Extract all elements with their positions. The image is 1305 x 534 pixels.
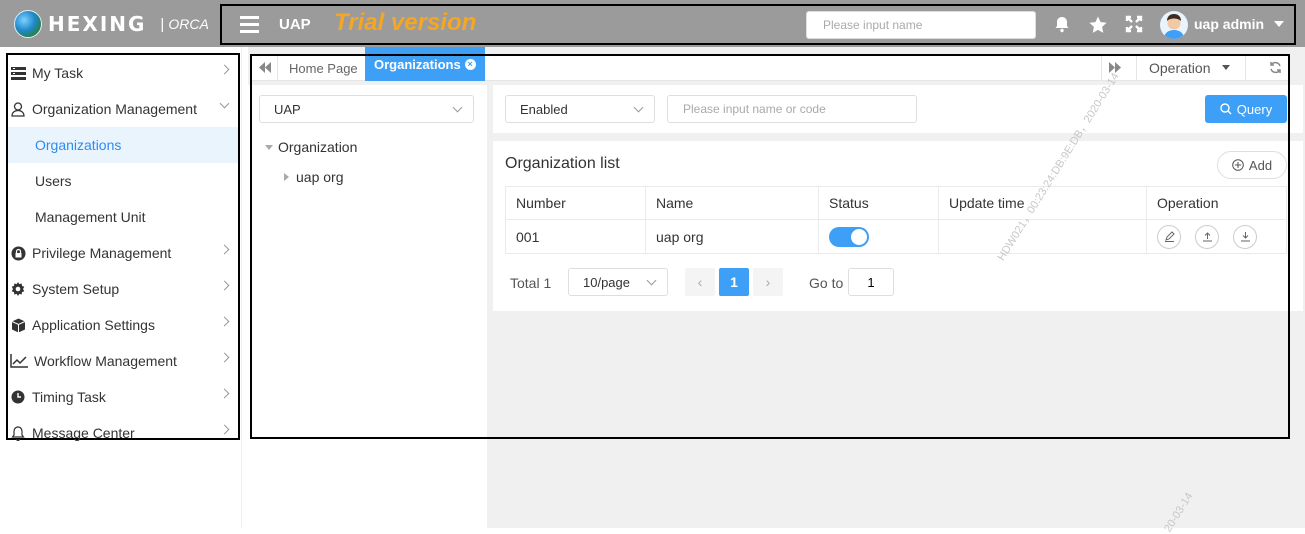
fullscreen-icon[interactable]	[1124, 15, 1144, 35]
user-icon	[10, 101, 26, 117]
sidebar-item-label: Privilege Management	[32, 245, 172, 261]
sidebar-item-label: My Task	[32, 65, 84, 81]
chevron-right-icon	[219, 424, 230, 435]
chevron-right-icon	[219, 388, 230, 399]
sidebar-item-system-setup[interactable]: System Setup	[8, 271, 238, 307]
sidebar-item-label: Application Settings	[32, 317, 155, 333]
sidebar-item-my-task[interactable]: My Task	[8, 55, 238, 91]
sidebar-item-workflow-management[interactable]: Workflow Management	[8, 343, 238, 379]
caret-down-icon[interactable]	[1274, 21, 1284, 27]
header-search-input[interactable]	[806, 11, 1036, 39]
sidebar-item-application-settings[interactable]: Application Settings	[8, 307, 238, 343]
sidebar-item-privilege-management[interactable]: Privilege Management	[8, 235, 238, 271]
trial-version-label: Trial version	[334, 9, 477, 36]
chevron-down-icon	[219, 98, 230, 109]
sidebar-item-organization-management[interactable]: Organization Management	[8, 91, 238, 127]
bell-icon[interactable]	[1052, 15, 1072, 35]
bell-icon	[10, 425, 26, 441]
sidebar-item-label: Message Center	[32, 425, 135, 441]
sidebar: My Task Organization Management Organiza…	[0, 47, 242, 528]
chart-line-icon	[10, 353, 28, 369]
sidebar-item-label: Workflow Management	[34, 353, 177, 369]
sidebar-subitem-management-unit[interactable]: Management Unit	[8, 199, 238, 235]
logo-subtitle: ORCA	[168, 16, 209, 32]
chevron-right-icon	[219, 64, 230, 75]
lock-icon	[10, 245, 26, 261]
logo: HEXING | ORCA	[14, 10, 209, 38]
header-toolbar: UAP Trial version uap admin	[220, 4, 1296, 45]
clock-icon	[10, 389, 26, 405]
app-name: UAP	[279, 16, 311, 33]
globe-logo-icon	[14, 10, 42, 38]
gear-icon	[10, 281, 26, 297]
logo-text: HEXING	[48, 12, 147, 36]
chevron-right-icon	[219, 316, 230, 327]
sidebar-item-message-center[interactable]: Message Center	[8, 415, 238, 451]
star-icon[interactable]	[1088, 15, 1108, 35]
task-list-icon	[10, 65, 26, 81]
top-header: HEXING | ORCA UAP Trial version uap admi…	[0, 0, 1305, 47]
chevron-right-icon	[219, 244, 230, 255]
sidebar-item-label: Timing Task	[32, 389, 106, 405]
cube-icon	[10, 317, 26, 333]
logo-separator: |	[160, 15, 165, 33]
content-frame	[250, 54, 1290, 439]
sidebar-item-label: Organization Management	[32, 101, 197, 117]
chevron-right-icon	[219, 352, 230, 363]
user-name[interactable]: uap admin	[1194, 16, 1264, 32]
main-content: Home Page Organizations × Operation UAP …	[248, 47, 1305, 528]
sidebar-subitem-users[interactable]: Users	[8, 163, 238, 199]
sidebar-subitem-organizations[interactable]: Organizations	[8, 127, 238, 163]
chevron-right-icon	[219, 280, 230, 291]
sidebar-item-timing-task[interactable]: Timing Task	[8, 379, 238, 415]
menu-icon[interactable]	[240, 16, 259, 33]
sidebar-menu: My Task Organization Management Organiza…	[6, 53, 240, 441]
sidebar-item-label: System Setup	[32, 281, 120, 297]
avatar[interactable]	[1160, 11, 1188, 39]
